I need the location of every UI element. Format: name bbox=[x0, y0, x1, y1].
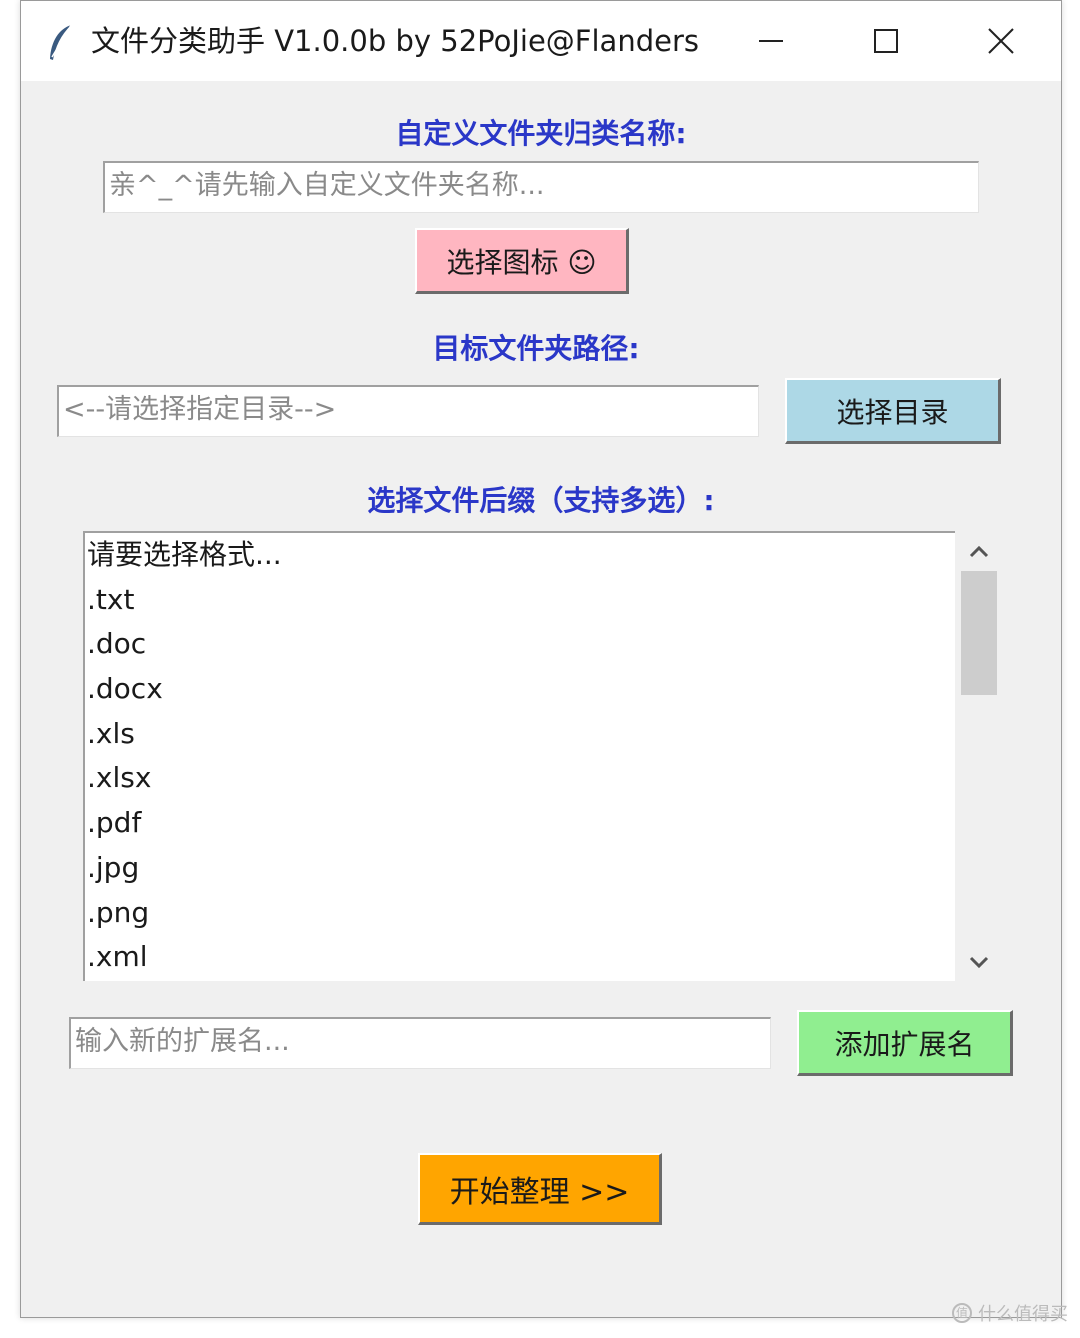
start-organize-button[interactable]: 开始整理 >> bbox=[418, 1153, 662, 1225]
list-item[interactable]: .docx bbox=[85, 667, 955, 712]
new-extension-input[interactable]: 输入新的扩展名... bbox=[69, 1017, 771, 1069]
list-item[interactable]: .png bbox=[85, 891, 955, 936]
title-bar[interactable]: 文件分类助手 V1.0.0b by 52PoJie@Flanders bbox=[21, 1, 1061, 81]
close-button[interactable] bbox=[946, 1, 1056, 81]
list-item[interactable]: .xls bbox=[85, 712, 955, 757]
suffix-label: 选择文件后缀（支持多选）: bbox=[367, 484, 715, 517]
folder-name-input[interactable]: 亲^_^请先输入自定义文件夹名称... bbox=[103, 161, 979, 213]
start-organize-button-label: 开始整理 >> bbox=[449, 1174, 630, 1210]
maximize-button[interactable] bbox=[831, 1, 941, 81]
target-path-input[interactable]: <--请选择指定目录--> bbox=[57, 385, 759, 437]
watermark-text: 什么值得买 bbox=[978, 1304, 1068, 1325]
window-title: 文件分类助手 V1.0.0b by 52PoJie@Flanders bbox=[91, 24, 699, 58]
watermark: 值 什么值得买 bbox=[952, 1300, 1068, 1326]
scrollbar-thumb[interactable] bbox=[961, 571, 997, 695]
list-item[interactable]: .txt bbox=[85, 578, 955, 623]
list-item[interactable]: .pdf bbox=[85, 801, 955, 846]
close-icon bbox=[988, 28, 1014, 54]
folder-name-label: 自定义文件夹归类名称: bbox=[395, 117, 687, 150]
list-item[interactable]: .xlsx bbox=[85, 756, 955, 801]
target-path-label: 目标文件夹路径: bbox=[432, 332, 640, 365]
choose-icon-button[interactable]: 选择图标 ☺ bbox=[415, 228, 629, 294]
feather-icon bbox=[45, 23, 75, 63]
add-extension-button[interactable]: 添加扩展名 bbox=[797, 1010, 1013, 1076]
minimize-icon bbox=[759, 40, 783, 42]
suffix-listbox[interactable]: 请要选择格式... .txt .doc .docx .xls .xlsx .pdf .jpg.… bbox=[83, 531, 955, 981]
chevron-up-icon[interactable] bbox=[967, 541, 991, 561]
list-item[interactable]: .doc bbox=[85, 622, 955, 667]
choose-directory-button-label: 选择目录 bbox=[836, 395, 949, 429]
maximize-icon bbox=[874, 29, 898, 53]
listbox-scrollbar[interactable] bbox=[957, 531, 1001, 981]
chevron-down-icon[interactable] bbox=[967, 953, 991, 973]
choose-directory-button[interactable]: 选择目录 bbox=[785, 378, 1001, 444]
watermark-logo-icon: 值 bbox=[952, 1303, 972, 1323]
list-item[interactable]: 请要选择格式... bbox=[85, 533, 955, 578]
minimize-button[interactable] bbox=[716, 1, 826, 81]
app-window: 文件分类助手 V1.0.0b by 52PoJie@Flanders 自定义文件… bbox=[20, 0, 1062, 1318]
choose-icon-button-label: 选择图标 ☺ bbox=[446, 245, 597, 279]
list-item[interactable]: .xml bbox=[85, 935, 955, 980]
add-extension-button-label: 添加扩展名 bbox=[834, 1027, 975, 1061]
list-item[interactable]: .jpg bbox=[85, 846, 955, 891]
